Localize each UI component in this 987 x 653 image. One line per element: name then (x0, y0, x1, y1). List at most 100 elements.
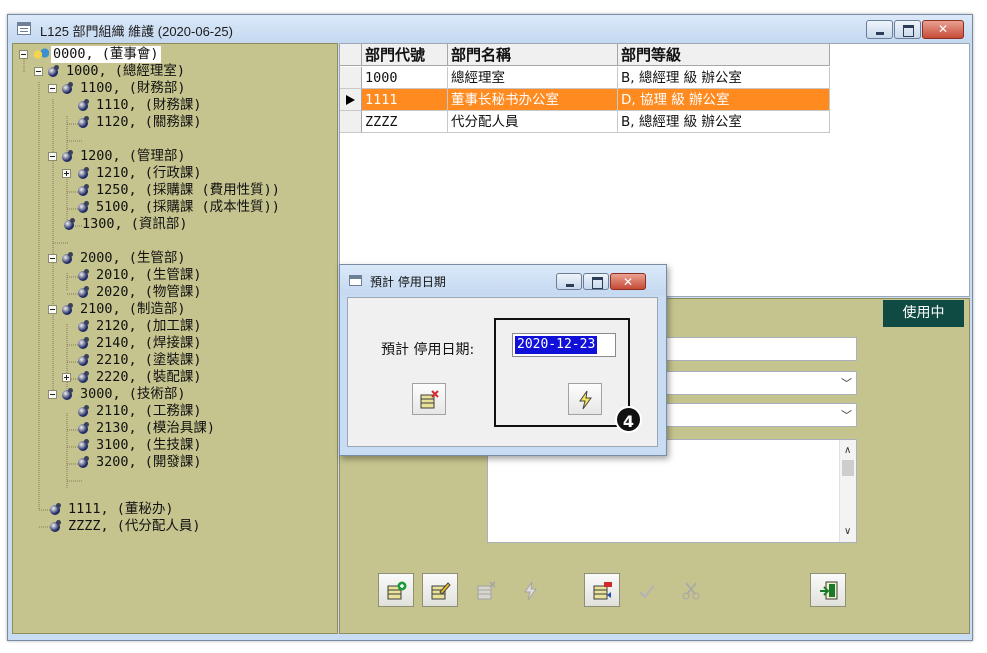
edit-record-button[interactable] (422, 573, 458, 607)
column-header-name[interactable]: 部門名稱 (448, 44, 618, 66)
add-record-button[interactable] (378, 573, 414, 607)
department-icon (78, 116, 89, 128)
tree-node-label: 2110, (工務課) (96, 403, 202, 419)
cell-name[interactable]: 代分配人員 (448, 111, 618, 133)
tree-node-1111[interactable]: 1111, (董秘办) (50, 501, 176, 518)
tree-node-1200[interactable]: 1200, (管理部) (48, 148, 188, 165)
tree-node-label: 1300, (資訊部) (82, 216, 188, 232)
tree-node-2010[interactable]: 2010, (生管課) (78, 267, 204, 284)
chevron-down-icon: ﹀ (841, 377, 852, 390)
dialog-close-button[interactable] (610, 273, 646, 290)
cell-level[interactable]: B, 總經理 級 辦公室 (618, 111, 830, 133)
tree-node-2120[interactable]: 2120, (加工課) (78, 318, 204, 335)
dialog-cancel-button[interactable] (412, 383, 446, 415)
app-icon (17, 22, 31, 35)
tree-node-label: 1100, (財務部) (80, 80, 186, 96)
tree-node-2210[interactable]: 2210, (塗裝課) (78, 352, 204, 369)
tree-node-1000[interactable]: 1000, (總經理室) (34, 63, 187, 80)
tree-node-1300[interactable]: 1300, (資訊部) (64, 216, 190, 233)
tree-node-2000[interactable]: 2000, (生管部) (48, 250, 188, 267)
cell-name[interactable]: 總經理室 (448, 67, 618, 89)
tree-node-1250[interactable]: 1250, (採購課 (費用性質)) (78, 182, 282, 199)
collapse-toggle-icon[interactable] (48, 84, 57, 93)
minimize-button[interactable] (866, 20, 893, 39)
tree-node-label: 1210, (行政課) (96, 165, 202, 181)
tree-node-1110[interactable]: 1110, (財務課) (78, 97, 204, 114)
collapse-toggle-icon[interactable] (34, 67, 43, 76)
department-icon (78, 320, 89, 332)
vertical-scrollbar[interactable]: ∧ ∨ (839, 440, 856, 542)
tree-node-label: 2140, (焊接課) (96, 335, 202, 351)
tree-node-label: 1111, (董秘办) (68, 501, 174, 517)
cell-level[interactable]: B, 總經理 級 辦公室 (618, 67, 830, 89)
grid-corner-header (340, 44, 362, 66)
dialog-title-bar[interactable]: 預計 停用日期 (340, 265, 666, 295)
collapse-toggle-icon[interactable] (48, 390, 57, 399)
scroll-down-icon[interactable]: ∨ (844, 526, 851, 537)
tree-node-label: 2100, (制造部) (80, 301, 186, 317)
department-icon (78, 99, 89, 111)
expand-toggle-icon[interactable] (62, 169, 71, 178)
tree-node-label: 3000, (技術部) (80, 386, 186, 402)
tree-node-1120[interactable]: 1120, (關務課) (78, 114, 204, 131)
tree-node-1100[interactable]: 1100, (財務部) (48, 80, 188, 97)
tree-node-1210[interactable]: 1210, (行政課) (62, 165, 204, 182)
tree-node-2130[interactable]: 2130, (模治具課) (78, 420, 217, 437)
tree-node-label: 2120, (加工課) (96, 318, 202, 334)
row-indicator[interactable] (340, 67, 362, 89)
tree-node-zzzz[interactable]: ZZZZ, (代分配人員) (50, 518, 203, 535)
confirm-button[interactable] (628, 573, 664, 607)
deactivate-button[interactable] (512, 573, 548, 607)
department-icon (78, 337, 89, 349)
scroll-thumb[interactable] (842, 460, 854, 476)
cell-code[interactable]: 1000 (362, 67, 448, 89)
collapse-toggle-icon[interactable] (48, 305, 57, 314)
department-icon (78, 167, 89, 179)
tree-node-2020[interactable]: 2020, (物管課) (78, 284, 204, 301)
close-button[interactable] (922, 20, 964, 39)
collapse-toggle-icon[interactable] (19, 50, 28, 59)
department-icon (62, 388, 73, 400)
delete-record-button[interactable] (468, 573, 504, 607)
export-button[interactable] (584, 573, 620, 607)
department-grid: 部門代號 部門名稱 部門等級 1000 總經理室 B, 總經理 級 辦公室 11… (339, 43, 970, 297)
exit-door-icon (820, 581, 838, 600)
tree-node-3100[interactable]: 3100, (生技課) (78, 437, 204, 454)
export-record-icon (593, 582, 612, 600)
tree-node-2100[interactable]: 2100, (制造部) (48, 301, 188, 318)
tree-node-label: 3200, (開發課) (96, 454, 202, 470)
title-bar[interactable]: L125 部門組織 維護 (2020-06-25) (8, 15, 972, 43)
checkmark-icon (639, 584, 655, 599)
column-header-code[interactable]: 部門代號 (362, 44, 448, 66)
department-icon (78, 286, 89, 298)
dialog-minimize-button[interactable] (556, 273, 582, 290)
department-icon (78, 371, 89, 383)
tree-node-0000[interactable]: 0000, (董事會) (19, 46, 161, 63)
tree-node-label: 1120, (關務課) (96, 114, 202, 130)
exit-button[interactable] (810, 573, 846, 607)
row-indicator[interactable] (340, 111, 362, 133)
tree-node-label: 2020, (物管課) (96, 284, 202, 300)
scroll-up-icon[interactable]: ∧ (844, 445, 851, 456)
cell-level[interactable]: D, 協理 級 辦公室 (618, 89, 830, 111)
tree-node-3200[interactable]: 3200, (開發課) (78, 454, 204, 471)
tree-node-3000[interactable]: 3000, (技術部) (48, 386, 188, 403)
tree-node-2110[interactable]: 2110, (工務課) (78, 403, 204, 420)
cell-code[interactable]: ZZZZ (362, 111, 448, 133)
maximize-button[interactable] (894, 20, 921, 39)
cancel-button[interactable] (672, 573, 708, 607)
tree-node-5100[interactable]: 5100, (採購課 (成本性質)) (78, 199, 282, 216)
cell-code[interactable]: 1111 (362, 89, 448, 111)
dialog-app-icon (349, 275, 362, 286)
column-header-level[interactable]: 部門等級 (618, 44, 830, 66)
tree-node-2140[interactable]: 2140, (焊接課) (78, 335, 204, 352)
tree-node-2220[interactable]: 2220, (裝配課) (62, 369, 204, 386)
collapse-toggle-icon[interactable] (48, 152, 57, 161)
dialog-maximize-button[interactable] (583, 273, 609, 290)
expand-toggle-icon[interactable] (62, 373, 71, 382)
delete-record-icon (477, 581, 496, 600)
edit-record-icon (431, 582, 451, 600)
cell-name[interactable]: 董事长秘书办公室 (448, 89, 618, 111)
collapse-toggle-icon[interactable] (48, 254, 57, 263)
scissors-icon (682, 582, 700, 600)
